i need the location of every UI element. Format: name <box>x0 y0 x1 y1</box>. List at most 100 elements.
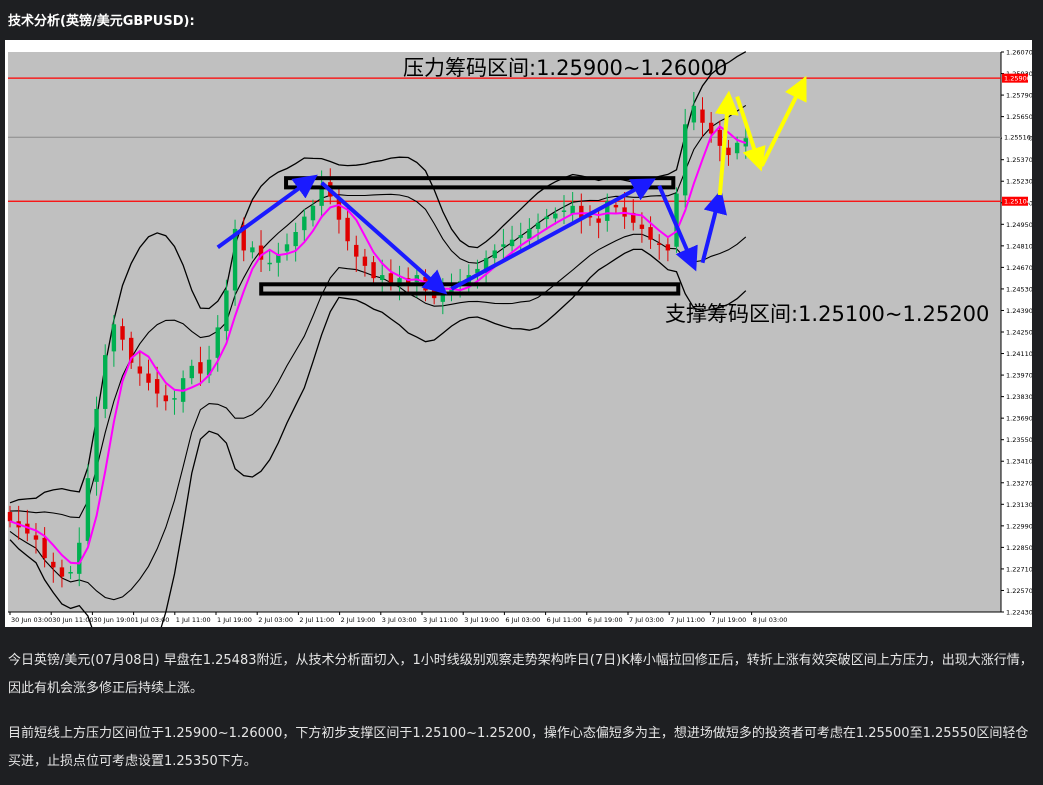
x-tick-label: 30 Jun 11:00 <box>52 616 93 624</box>
candle-body <box>561 210 567 212</box>
x-tick-label: 7 Jul 03:00 <box>629 616 664 624</box>
y-tick-label: 1.24950 <box>1006 221 1032 229</box>
resistance-zone-label: 压力筹码区间:1.25900~1.26000 <box>403 56 727 80</box>
candle-body <box>648 227 653 240</box>
analysis-paragraph-1: 今日英镑/美元(07月08日) 早盘在1.25483附近，从技术分析面切入，1小… <box>8 653 1033 696</box>
candle-body <box>535 222 541 229</box>
candle-body <box>492 250 497 259</box>
candle-body <box>59 567 65 577</box>
candle-body <box>726 147 731 156</box>
x-tick-label: 1 Jul 19:00 <box>217 616 252 624</box>
x-tick-label: 1 Jul 03:00 <box>135 616 170 624</box>
candle-body <box>717 129 723 146</box>
candle-body <box>371 262 376 279</box>
candle-body <box>250 247 255 253</box>
x-tick-label: 1 Jul 11:00 <box>176 616 211 624</box>
y-tick-label: 1.24810 <box>1006 242 1032 250</box>
analysis-paragraph-2: 目前短线上方压力区间位于1.25900~1.26000，下方初步支撑区间于1.2… <box>8 726 1029 769</box>
y-tick-label: 1.22430 <box>1006 609 1032 617</box>
y-tick-label: 1.24250 <box>1006 329 1032 337</box>
candle-body <box>682 124 688 196</box>
candle-body <box>284 244 290 252</box>
candle-body <box>302 216 307 231</box>
x-tick-label: 3 Jul 03:00 <box>382 616 417 624</box>
y-tick-label: 1.25230 <box>1006 178 1032 186</box>
candle-body <box>77 542 82 574</box>
candle-body <box>111 324 117 352</box>
candle-body <box>224 290 229 332</box>
y-tick-label: 1.24390 <box>1006 307 1032 315</box>
plot-background <box>8 52 1001 612</box>
current-price-tag-label: 1.25516 <box>1004 134 1031 142</box>
candle-body <box>700 109 705 123</box>
candle-body <box>509 239 515 247</box>
candle-body <box>163 395 169 402</box>
support-zone-label: 支撑筹码区间:1.25100~1.25200 <box>665 302 989 326</box>
candle-body <box>613 204 619 208</box>
y-tick-label: 1.24530 <box>1006 285 1032 293</box>
candle-body <box>544 216 549 220</box>
y-tick-label: 1.25370 <box>1006 156 1032 164</box>
candle-body <box>708 122 714 134</box>
candle-body <box>198 362 203 374</box>
y-tick-label: 1.22990 <box>1006 522 1032 530</box>
candle-body <box>553 213 558 219</box>
support-price-tag-label: 1.25104 <box>1004 198 1031 206</box>
y-tick-label: 1.22850 <box>1006 544 1032 552</box>
candle-body <box>354 244 359 257</box>
x-tick-label: 3 Jul 19:00 <box>464 616 499 624</box>
candle-body <box>380 275 385 280</box>
resistance-price-tag-label: 1.25900 <box>1004 75 1031 83</box>
y-tick-label: 1.23550 <box>1006 436 1032 444</box>
candle-body <box>665 244 671 251</box>
candle-body <box>596 218 601 223</box>
x-tick-label: 8 Jul 03:00 <box>753 616 788 624</box>
y-tick-label: 1.23410 <box>1006 458 1032 466</box>
x-tick-label: 30 Jun 03:00 <box>11 616 52 624</box>
x-tick-label: 6 Jul 03:00 <box>505 616 540 624</box>
candle-body <box>267 262 272 265</box>
candle-body <box>85 478 91 541</box>
candle-body <box>172 398 177 400</box>
x-tick-label: 7 Jul 11:00 <box>670 616 705 624</box>
candle-body <box>276 255 281 263</box>
candle <box>103 344 108 419</box>
candle-body <box>154 379 160 394</box>
x-tick-label: 6 Jul 11:00 <box>547 616 582 624</box>
candle-body <box>146 373 151 383</box>
candle-body <box>657 243 662 245</box>
y-tick-label: 1.23270 <box>1006 479 1032 487</box>
y-tick-label: 1.24110 <box>1006 350 1032 358</box>
candle-body <box>68 572 73 574</box>
x-tick-label: 2 Jul 11:00 <box>299 616 334 624</box>
y-tick-label: 1.23970 <box>1006 372 1032 380</box>
candle-body <box>51 561 56 568</box>
price-chart: 压力筹码区间:1.25900~1.26000 支撑筹码区间:1.25100~1.2… <box>7 49 1032 627</box>
candle-body <box>189 365 194 379</box>
x-tick-label: 2 Jul 03:00 <box>258 616 293 624</box>
chart-frame: 压力筹码区间:1.25900~1.26000 支撑筹码区间:1.25100~1.2… <box>5 40 1032 627</box>
candle-body <box>518 235 523 238</box>
x-tick-label: 7 Jul 19:00 <box>711 616 746 624</box>
article-heading: 技术分析(英镑/美元GBPUSD): <box>8 14 195 29</box>
x-tick-label: 2 Jul 19:00 <box>341 616 376 624</box>
candle-body <box>7 512 13 522</box>
candle-body <box>137 366 143 374</box>
candle-body <box>42 537 47 559</box>
candle-body <box>501 244 506 247</box>
candle-body <box>293 232 298 247</box>
x-tick-label: 6 Jul 19:00 <box>588 616 623 624</box>
y-tick-label: 1.23830 <box>1006 393 1032 401</box>
y-tick-label: 1.24670 <box>1006 264 1032 272</box>
candle-body <box>527 228 532 239</box>
y-tick-label: 1.22710 <box>1006 565 1032 573</box>
candle-body <box>33 535 39 540</box>
candle-body <box>734 142 740 154</box>
candle-body <box>345 217 350 242</box>
y-tick-label: 1.26070 <box>1006 49 1032 57</box>
candle-body <box>691 105 697 123</box>
candle-body <box>388 273 394 283</box>
x-tick-label: 30 Jun 19:00 <box>93 616 134 624</box>
candle-body <box>639 224 645 229</box>
candle-body <box>215 327 220 358</box>
